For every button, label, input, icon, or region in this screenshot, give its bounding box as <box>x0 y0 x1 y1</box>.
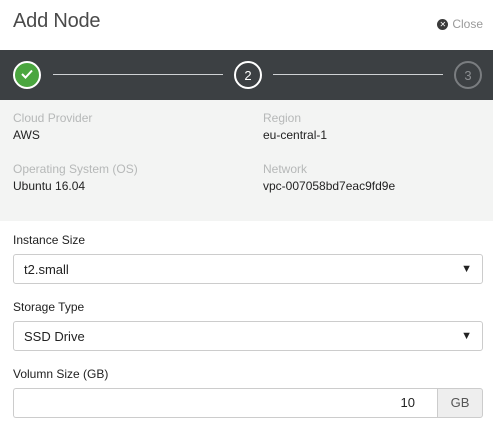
network-value: vpc-007058bd7eac9fd9e <box>263 179 396 193</box>
volume-size-unit: GB <box>437 388 483 418</box>
step-2-active[interactable]: 2 <box>234 61 262 89</box>
cloud-provider-label: Cloud Provider <box>13 111 93 125</box>
storage-type-label: Storage Type <box>13 300 85 314</box>
instance-size-label: Instance Size <box>13 233 86 247</box>
add-node-dialog: Add Node ✕ Close 2 3 Cloud Provider AWS … <box>0 0 493 428</box>
check-icon <box>15 69 39 79</box>
step-1-completed[interactable] <box>13 61 41 89</box>
volume-size-label: Volumn Size (GB) <box>13 367 109 381</box>
summary-panel: Cloud Provider AWS Region eu-central-1 O… <box>0 100 493 221</box>
step-connector-2 <box>273 74 443 75</box>
step-3-pending: 3 <box>454 61 482 89</box>
region-value: eu-central-1 <box>263 128 328 142</box>
os-label: Operating System (OS) <box>13 162 138 176</box>
storage-type-select[interactable]: SSD Drive ▼ <box>13 321 483 351</box>
storage-type-value: SSD Drive <box>24 329 85 344</box>
volume-size-group: 10 GB <box>13 388 483 418</box>
network-label: Network <box>263 162 308 176</box>
dialog-title: Add Node <box>13 10 101 32</box>
region-label: Region <box>263 111 302 125</box>
caret-down-icon: ▼ <box>461 263 472 275</box>
cloud-provider-value: AWS <box>13 128 40 142</box>
close-label: Close <box>452 17 483 31</box>
instance-size-value: t2.small <box>24 262 69 277</box>
dialog-header: Add Node ✕ Close <box>0 0 493 50</box>
close-circle-icon: ✕ <box>437 18 449 30</box>
caret-down-icon: ▼ <box>461 330 472 342</box>
close-button[interactable]: ✕ Close <box>437 17 483 31</box>
os-value: Ubuntu 16.04 <box>13 179 86 193</box>
instance-size-select[interactable]: t2.small ▼ <box>13 254 483 284</box>
step-connector-1 <box>53 74 223 75</box>
volume-size-input[interactable]: 10 <box>13 388 437 418</box>
wizard-stepper: 2 3 <box>0 50 493 100</box>
